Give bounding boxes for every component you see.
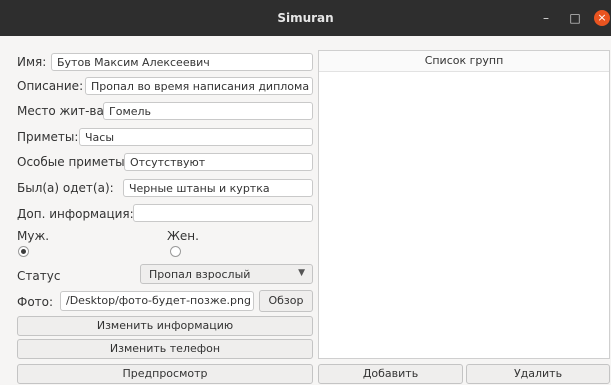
male-label: Муж.	[17, 229, 50, 243]
name-input[interactable]: Бутов Максим Алексеевич	[51, 53, 313, 71]
extra-info-input[interactable]	[133, 204, 313, 222]
signs-label: Приметы:	[17, 130, 79, 144]
female-radio[interactable]	[170, 246, 181, 257]
chevron-down-icon: ▼	[298, 268, 305, 278]
minimize-icon[interactable]: –	[538, 10, 554, 26]
edit-phone-button[interactable]: Изменить телефон	[17, 339, 313, 359]
group-list-header: Список групп	[319, 51, 609, 72]
status-label: Статус	[17, 269, 61, 283]
photo-label: Фото:	[17, 295, 54, 309]
clothes-label: Был(а) одет(а):	[17, 181, 114, 195]
add-group-button[interactable]: Добавить	[318, 364, 463, 384]
preview-button[interactable]: Предпросмотр	[17, 364, 313, 384]
status-value: Пропал взрослый	[149, 268, 251, 281]
residence-label: Место жит-ва:	[17, 104, 108, 118]
name-label: Имя:	[17, 55, 47, 69]
status-dropdown[interactable]: Пропал взрослый ▼	[140, 264, 313, 284]
title-bar: Simuran – □ ×	[0, 0, 611, 36]
browse-button[interactable]: Обзор	[259, 290, 313, 312]
description-label: Описание:	[17, 79, 84, 93]
edit-info-button[interactable]: Изменить информацию	[17, 316, 313, 336]
photo-path-input[interactable]: /Desktop/фото-будет-позже.png	[60, 291, 254, 311]
signs-input[interactable]: Часы	[79, 128, 313, 146]
clothes-input[interactable]: Черные штаны и куртка	[123, 179, 313, 197]
group-list[interactable]: Список групп	[318, 50, 610, 359]
description-input[interactable]: Пропал во время написания диплома	[85, 77, 313, 95]
male-radio[interactable]	[18, 246, 29, 257]
residence-input[interactable]: Гомель	[103, 102, 313, 120]
special-signs-input[interactable]: Отсутствуют	[124, 153, 313, 171]
delete-group-button[interactable]: Удалить	[466, 364, 610, 384]
female-label: Жен.	[167, 229, 199, 243]
maximize-icon[interactable]: □	[567, 10, 583, 26]
special-signs-label: Особые приметы:	[17, 155, 129, 169]
close-icon[interactable]: ×	[594, 10, 610, 26]
window-title: Simuran	[277, 11, 334, 25]
extra-info-label: Доп. информация:	[17, 207, 134, 221]
